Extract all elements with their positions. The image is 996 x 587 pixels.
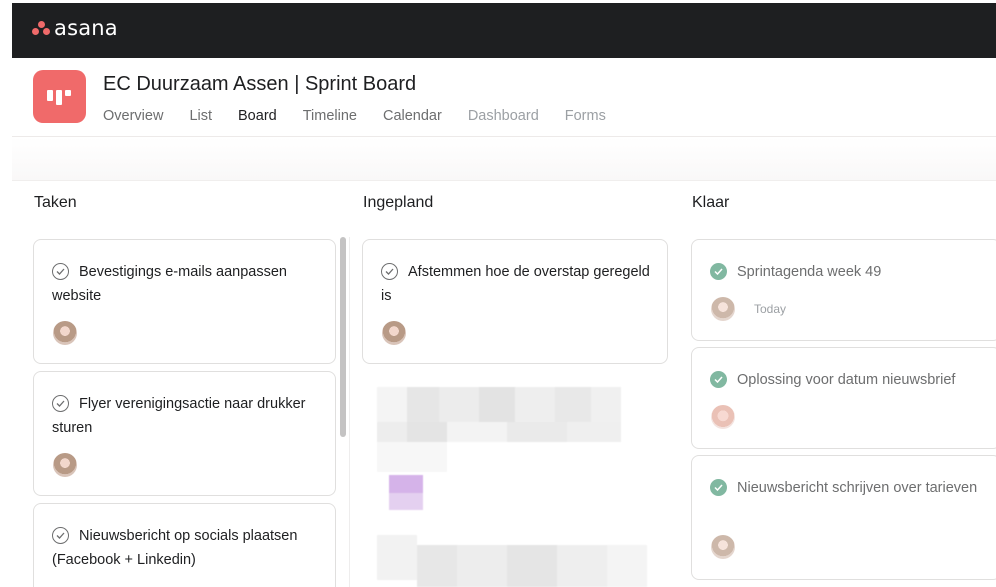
task-card[interactable]: Flyer verenigingsactie naar drukker stur… bbox=[33, 371, 336, 496]
project-board-icon[interactable] bbox=[33, 70, 86, 123]
task-card[interactable]: Nieuwsbericht op socials plaatsen (Faceb… bbox=[33, 503, 336, 587]
app-window: asana EC Duurzaam Assen | Sprint Board O… bbox=[12, 3, 996, 587]
task-card[interactable]: Bevestigings e-mails aanpassen website bbox=[33, 239, 336, 364]
avatar-icon[interactable] bbox=[711, 405, 735, 429]
task-title: Nieuwsbericht schrijven over tarieven bbox=[737, 480, 978, 496]
task-title: Nieuwsbericht op socials plaatsen (Faceb… bbox=[52, 528, 298, 568]
column-divider bbox=[349, 237, 350, 587]
avatar-icon[interactable] bbox=[382, 321, 406, 345]
avatar-icon[interactable] bbox=[711, 535, 735, 559]
project-tabs: Overview List Board Timeline Calendar Da… bbox=[103, 108, 632, 138]
avatar-icon[interactable] bbox=[53, 321, 77, 345]
tab-timeline[interactable]: Timeline bbox=[303, 108, 357, 138]
complete-checkbox-icon[interactable] bbox=[381, 263, 398, 280]
completed-checkmark-icon[interactable] bbox=[710, 479, 727, 496]
column-scrollbar-thumb[interactable] bbox=[340, 237, 346, 437]
completed-checkmark-icon[interactable] bbox=[710, 263, 727, 280]
complete-checkbox-icon[interactable] bbox=[52, 263, 69, 280]
tab-overview[interactable]: Overview bbox=[103, 108, 163, 138]
tab-list[interactable]: List bbox=[189, 108, 212, 138]
due-date[interactable]: Today bbox=[754, 302, 786, 316]
tab-forms[interactable]: Forms bbox=[565, 108, 606, 138]
top-navigation-bar: asana bbox=[12, 3, 996, 58]
column-title-klaar[interactable]: Klaar bbox=[692, 194, 729, 212]
asana-logo-icon bbox=[32, 21, 50, 35]
avatar-icon[interactable] bbox=[53, 453, 77, 477]
pixelated-hidden-cards bbox=[377, 370, 662, 587]
tab-calendar[interactable]: Calendar bbox=[383, 108, 442, 138]
column-title-ingepland[interactable]: Ingepland bbox=[363, 194, 433, 212]
tab-board[interactable]: Board bbox=[238, 108, 277, 138]
task-title: Oplossing voor datum nieuwsbrief bbox=[737, 372, 956, 388]
column-title-taken[interactable]: Taken bbox=[34, 194, 77, 212]
board-toolbar bbox=[12, 137, 996, 181]
task-title: Flyer verenigingsactie naar drukker stur… bbox=[52, 396, 306, 436]
complete-checkbox-icon[interactable] bbox=[52, 395, 69, 412]
task-title: Sprintagenda week 49 bbox=[737, 264, 882, 280]
completed-task-card[interactable]: Sprintagenda week 49 Today bbox=[691, 239, 996, 341]
project-title: EC Duurzaam Assen | Sprint Board bbox=[103, 73, 417, 95]
avatar-icon[interactable] bbox=[711, 297, 735, 321]
task-title: Afstemmen hoe de overstap geregeld is bbox=[381, 264, 650, 304]
asana-logo[interactable]: asana bbox=[32, 16, 118, 40]
logo-text: asana bbox=[54, 16, 118, 40]
task-card[interactable]: Afstemmen hoe de overstap geregeld is bbox=[362, 239, 668, 364]
task-title: Bevestigings e-mails aanpassen website bbox=[52, 264, 287, 304]
complete-checkbox-icon[interactable] bbox=[52, 527, 69, 544]
completed-task-card[interactable]: Nieuwsbericht schrijven over tarieven bbox=[691, 455, 996, 580]
completed-task-card[interactable]: Oplossing voor datum nieuwsbrief bbox=[691, 347, 996, 449]
completed-checkmark-icon[interactable] bbox=[710, 371, 727, 388]
tab-dashboard[interactable]: Dashboard bbox=[468, 108, 539, 138]
